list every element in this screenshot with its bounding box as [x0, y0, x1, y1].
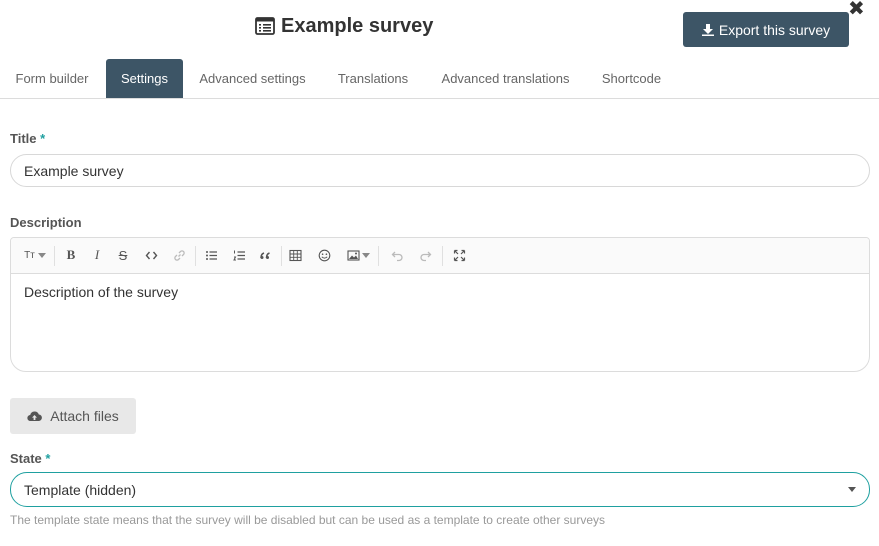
undo-icon[interactable] — [387, 244, 407, 266]
tab-advanced-settings[interactable]: Advanced settings — [186, 59, 319, 98]
tab-advanced-translations[interactable]: Advanced translations — [427, 59, 584, 98]
description-content[interactable]: Description of the survey — [11, 274, 869, 310]
image-icon — [346, 249, 360, 261]
required-mark: * — [40, 131, 46, 146]
numbered-list-icon[interactable] — [229, 244, 249, 266]
heading-dropdown[interactable]: Tт — [21, 244, 49, 266]
tab-translations[interactable]: Translations — [323, 59, 423, 98]
code-icon[interactable] — [141, 244, 161, 266]
chevron-down-icon — [361, 252, 370, 258]
chevron-down-icon — [848, 487, 856, 492]
title-input[interactable] — [10, 154, 870, 187]
export-survey-button[interactable]: Export this survey — [683, 12, 849, 47]
page-title: Example survey — [255, 12, 433, 40]
heading-icon: Tт — [24, 249, 35, 261]
tab-bar: Form builder Settings Advanced settings … — [0, 59, 879, 99]
fullscreen-icon[interactable] — [449, 244, 469, 266]
attach-files-button[interactable]: Attach files — [10, 398, 136, 434]
quote-icon[interactable] — [255, 244, 275, 266]
close-icon[interactable]: ✖ — [848, 0, 865, 19]
bold-icon[interactable]: B — [61, 244, 81, 266]
editor-toolbar: Tт B I S — [11, 238, 869, 274]
tab-shortcode[interactable]: Shortcode — [588, 59, 675, 98]
required-mark: * — [45, 451, 51, 466]
chevron-down-icon — [37, 252, 46, 258]
attach-files-label: Attach files — [50, 408, 119, 424]
state-label-text: State — [10, 451, 42, 466]
toolbar-separator — [378, 246, 379, 266]
description-editor: Tт B I S Description of the survey — [10, 237, 870, 372]
strikethrough-icon[interactable]: S — [113, 244, 133, 266]
table-icon[interactable] — [285, 244, 305, 266]
italic-icon[interactable]: I — [87, 244, 107, 266]
state-label: State * — [10, 451, 50, 466]
state-help-text: The template state means that the survey… — [10, 513, 605, 527]
title-label-text: Title — [10, 131, 37, 146]
toolbar-separator — [281, 246, 282, 266]
tab-form-builder[interactable]: Form builder — [0, 59, 104, 98]
toolbar-separator — [195, 246, 196, 266]
state-select-value: Template (hidden) — [24, 481, 137, 498]
list-alt-icon — [255, 17, 275, 35]
image-dropdown[interactable] — [343, 244, 373, 266]
toolbar-separator — [442, 246, 443, 266]
redo-icon[interactable] — [415, 244, 435, 266]
export-survey-label: Export this survey — [718, 21, 831, 38]
emoji-icon[interactable] — [314, 244, 334, 266]
page-title-text: Example survey — [281, 14, 434, 37]
toolbar-separator — [54, 246, 55, 266]
title-label: Title * — [10, 131, 45, 146]
download-icon — [701, 23, 714, 36]
cloud-upload-icon — [27, 411, 43, 421]
bulleted-list-icon[interactable] — [201, 244, 221, 266]
link-icon[interactable] — [169, 244, 189, 266]
description-label: Description — [10, 215, 82, 230]
tab-settings[interactable]: Settings — [106, 59, 183, 98]
state-select[interactable]: Template (hidden) — [10, 472, 870, 507]
